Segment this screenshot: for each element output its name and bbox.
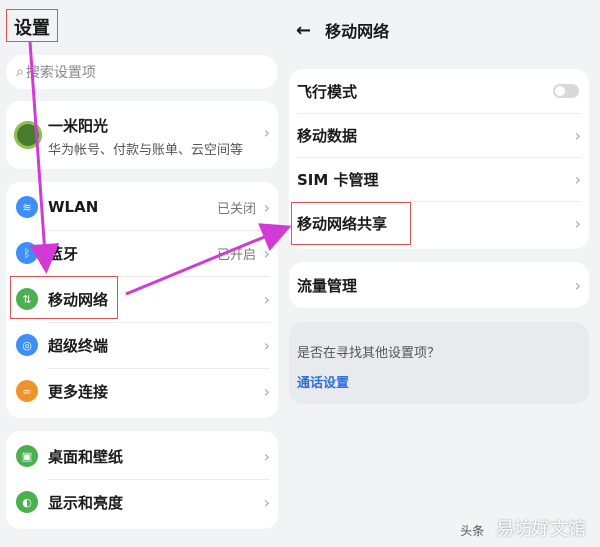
watermark: 头条 易坊好文馆 <box>460 515 586 541</box>
call-settings-link[interactable]: 通话设置 <box>297 372 349 391</box>
list-item-label: 流量管理 <box>297 276 358 295</box>
status-value: 已开启 <box>216 247 256 263</box>
account-card[interactable]: 一米阳光 华为帐号、付款与账单、云空间等 › <box>6 101 278 169</box>
status-value: 已关闭 <box>216 201 256 217</box>
list-item-label: 桌面和壁纸 <box>48 447 124 466</box>
list-item-mobile-data[interactable]: 移动数据 › <box>289 113 589 157</box>
display-card: ▣ 桌面和壁纸 › ◐ 显示和亮度 › <box>6 431 278 529</box>
list-item-label: SIM 卡管理 <box>297 170 379 189</box>
chevron-right-icon: › <box>574 169 581 189</box>
watermark-text: 易坊好文馆 <box>496 519 586 540</box>
chevron-right-icon: › <box>263 335 270 355</box>
list-item-wallpaper[interactable]: ▣ 桌面和壁纸 › <box>6 433 278 479</box>
list-item-label: WLAN <box>48 198 99 216</box>
page-header: ← 移动网络 <box>296 18 389 42</box>
list-item-label: 移动数据 <box>297 126 358 145</box>
watermark-source: 头条 <box>460 524 485 538</box>
chevron-right-icon: › <box>263 381 270 401</box>
highlight-frame-tethering <box>291 202 411 245</box>
chevron-right-icon: › <box>263 123 270 142</box>
list-item-super-device[interactable]: ◎ 超级终端 › <box>6 322 278 368</box>
list-item-label: 飞行模式 <box>297 82 358 101</box>
list-item-sim-management[interactable]: SIM 卡管理 › <box>289 157 589 201</box>
page-title: 移动网络 <box>325 22 390 41</box>
list-item-bluetooth[interactable]: ᛒ 蓝牙 已开启 › <box>6 230 278 276</box>
suggestion-card: 是否在寻找其他设置项？ 通话设置 <box>289 322 589 404</box>
chevron-right-icon: › <box>263 197 270 217</box>
search-bar[interactable]: ⌕ 搜索设置项 <box>6 55 278 89</box>
super-device-icon: ◎ <box>16 334 38 356</box>
highlight-frame-mobile-network <box>10 276 118 319</box>
chevron-right-icon: › <box>574 275 581 295</box>
list-item-data-usage[interactable]: 流量管理 › <box>289 263 589 307</box>
airplane-mode-toggle[interactable] <box>553 84 579 98</box>
wallpaper-icon: ▣ <box>16 445 38 467</box>
search-icon: ⌕ <box>16 64 24 80</box>
suggestion-question: 是否在寻找其他设置项？ <box>297 346 441 361</box>
list-item-more-connections[interactable]: ∞ 更多连接 › <box>6 368 278 414</box>
list-item-label: 蓝牙 <box>48 244 79 263</box>
data-usage-card: 流量管理 › <box>289 262 589 308</box>
back-arrow-icon[interactable]: ← <box>296 20 311 41</box>
list-item-label: 显示和亮度 <box>48 493 124 512</box>
list-item-label: 更多连接 <box>48 382 109 401</box>
highlight-frame-title <box>6 9 58 42</box>
chevron-right-icon: › <box>263 492 270 512</box>
chevron-right-icon: › <box>574 125 581 145</box>
wifi-icon: ≋ <box>16 196 38 218</box>
list-item-display[interactable]: ◐ 显示和亮度 › <box>6 479 278 525</box>
avatar <box>14 121 42 149</box>
list-item-airplane-mode[interactable]: 飞行模式 <box>289 69 589 113</box>
search-placeholder: 搜索设置项 <box>25 65 96 81</box>
list-item-wlan[interactable]: ≋ WLAN 已关闭 › <box>6 184 278 230</box>
list-item-label: 超级终端 <box>48 336 109 355</box>
account-subtitle: 华为帐号、付款与账单、云空间等 <box>48 143 244 158</box>
chevron-right-icon: › <box>263 243 270 263</box>
chevron-right-icon: › <box>263 289 270 309</box>
chevron-right-icon: › <box>574 213 581 233</box>
bluetooth-icon: ᛒ <box>16 242 38 264</box>
chevron-right-icon: › <box>263 446 270 466</box>
display-icon: ◐ <box>16 491 38 513</box>
more-connection-icon: ∞ <box>16 380 38 402</box>
account-name: 一米阳光 <box>48 117 109 135</box>
